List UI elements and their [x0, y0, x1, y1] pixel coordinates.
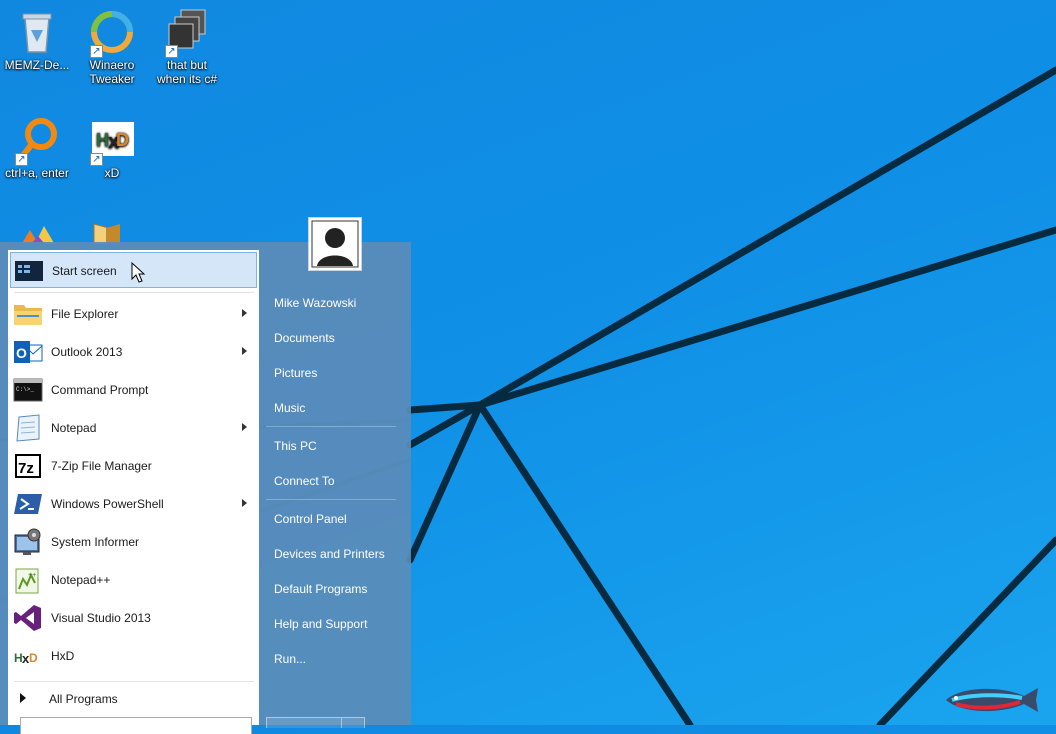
- svg-text:D: D: [29, 651, 38, 665]
- powershell-icon: [13, 489, 43, 519]
- pinned-item-label: Notepad++: [51, 573, 111, 587]
- start-menu-programs-pane: Start screen File Explorer O Outlook 201…: [8, 250, 259, 734]
- right-item-run[interactable]: Run...: [274, 652, 306, 666]
- folder-icon: [13, 299, 43, 329]
- desktop-icon-label: MEMZ-De...: [4, 58, 70, 72]
- svg-text:7z: 7z: [18, 460, 34, 477]
- pinned-item-notepadpp[interactable]: ++ Notepad++: [10, 562, 257, 598]
- right-item-devices-and-printers[interactable]: Devices and Printers: [274, 547, 385, 561]
- stacked-windows-icon: ↗: [163, 8, 211, 58]
- desktop-icon-ctrl-a-enter[interactable]: ↗ ctrl+a, enter: [0, 116, 74, 180]
- expand-arrow-icon: [20, 693, 26, 703]
- desktop-icon-that-but[interactable]: ↗ that but when its c#: [150, 8, 224, 86]
- magnifier-icon: ↗: [13, 116, 61, 166]
- pinned-item-command-prompt[interactable]: C:\>_ Command Prompt: [10, 372, 257, 408]
- submenu-arrow-icon: [242, 347, 247, 355]
- divider: [266, 426, 396, 427]
- shortcut-arrow-icon: ↗: [15, 153, 28, 166]
- recycle-bin-icon: [13, 8, 61, 56]
- right-item-help-and-support[interactable]: Help and Support: [274, 617, 367, 631]
- desktop-icon-xd[interactable]: H x D ↗ xD: [75, 116, 149, 180]
- right-item-pictures[interactable]: Pictures: [274, 366, 317, 380]
- start-screen-icon: [14, 256, 44, 286]
- hxd-icon: H x D: [13, 641, 43, 671]
- svg-text:D: D: [116, 130, 129, 150]
- desktop-icon-label: that but when its c#: [156, 58, 218, 86]
- pinned-item-hxd[interactable]: H x D HxD: [10, 638, 257, 674]
- divider: [14, 681, 254, 682]
- command-prompt-icon: C:\>_: [13, 375, 43, 405]
- shut-down-divider: [341, 718, 342, 728]
- user-avatar[interactable]: [308, 217, 362, 271]
- mouse-cursor-icon: [131, 262, 146, 283]
- pinned-item-label: HxD: [51, 649, 75, 663]
- svg-text:++: ++: [28, 572, 36, 579]
- pinned-item-label: 7-Zip File Manager: [51, 459, 152, 473]
- pinned-item-label: Notepad: [51, 421, 97, 435]
- hxd-icon: H x D ↗: [88, 116, 136, 166]
- desktop-icon-label: ctrl+a, enter: [5, 166, 69, 180]
- divider: [14, 292, 254, 293]
- all-programs-label: All Programs: [49, 692, 118, 706]
- pinned-item-7zip[interactable]: 7z 7-Zip File Manager: [10, 448, 257, 484]
- winaero-tweaker-icon: ↗: [88, 8, 136, 58]
- shortcut-arrow-icon: ↗: [165, 45, 178, 58]
- pinned-item-label: Windows PowerShell: [51, 497, 164, 511]
- right-item-connect-to[interactable]: Connect To: [274, 474, 335, 488]
- pinned-item-system-informer[interactable]: System Informer: [10, 524, 257, 560]
- pinned-item-label: System Informer: [51, 535, 140, 549]
- 7zip-icon: 7z: [13, 451, 43, 481]
- desktop-icon-partial-2[interactable]: [90, 220, 126, 244]
- all-programs-button[interactable]: All Programs: [10, 685, 257, 711]
- search-input[interactable]: [20, 717, 252, 734]
- app-icon: [21, 226, 55, 244]
- pinned-item-notepad[interactable]: Notepad: [10, 410, 257, 446]
- right-item-user-name[interactable]: Mike Wazowski: [274, 296, 356, 310]
- shortcut-arrow-icon: ↗: [90, 153, 103, 166]
- right-item-music[interactable]: Music: [274, 401, 305, 415]
- pinned-item-label: File Explorer: [51, 307, 119, 321]
- desktop-icon-partial-1[interactable]: [14, 222, 60, 244]
- shut-down-button[interactable]: [266, 717, 365, 728]
- right-item-default-programs[interactable]: Default Programs: [274, 582, 367, 596]
- visual-studio-icon: [13, 603, 43, 633]
- pinned-item-label: Command Prompt: [51, 383, 149, 397]
- submenu-arrow-icon: [242, 309, 247, 317]
- fish-icon[interactable]: [942, 682, 1042, 718]
- system-informer-icon: [13, 527, 43, 557]
- svg-text:C:\>_: C:\>_: [16, 386, 34, 393]
- divider: [266, 499, 396, 500]
- pinned-item-powershell[interactable]: Windows PowerShell: [10, 486, 257, 522]
- outlook-icon: O: [13, 337, 43, 367]
- pinned-item-outlook[interactable]: O Outlook 2013: [10, 334, 257, 370]
- right-item-this-pc[interactable]: This PC: [274, 439, 317, 453]
- right-item-documents[interactable]: Documents: [274, 331, 335, 345]
- pinned-item-visual-studio[interactable]: Visual Studio 2013: [10, 600, 257, 636]
- svg-text:O: O: [16, 345, 27, 361]
- pinned-item-label: Visual Studio 2013: [51, 611, 151, 625]
- user-silhouette-icon: [311, 220, 359, 268]
- pinned-item-label: Start screen: [52, 264, 117, 278]
- right-item-control-panel[interactable]: Control Panel: [274, 512, 347, 526]
- desktop-icon-label: Winaero Tweaker: [89, 58, 135, 86]
- submenu-arrow-icon: [242, 499, 247, 507]
- notepad-icon: [13, 413, 43, 443]
- notepadpp-icon: ++: [13, 565, 43, 595]
- submenu-arrow-icon: [242, 423, 247, 431]
- desktop-icon-label: xD: [104, 166, 120, 180]
- desktop-icon-recycle-bin[interactable]: MEMZ-De...: [0, 8, 74, 72]
- start-menu: Start screen File Explorer O Outlook 201…: [0, 217, 411, 734]
- desktop-icon-winaero-tweaker[interactable]: ↗ Winaero Tweaker: [75, 8, 149, 86]
- shortcut-arrow-icon: ↗: [90, 45, 103, 58]
- pinned-item-file-explorer[interactable]: File Explorer: [10, 296, 257, 332]
- app-icon: [93, 223, 120, 244]
- pinned-item-label: Outlook 2013: [51, 345, 123, 359]
